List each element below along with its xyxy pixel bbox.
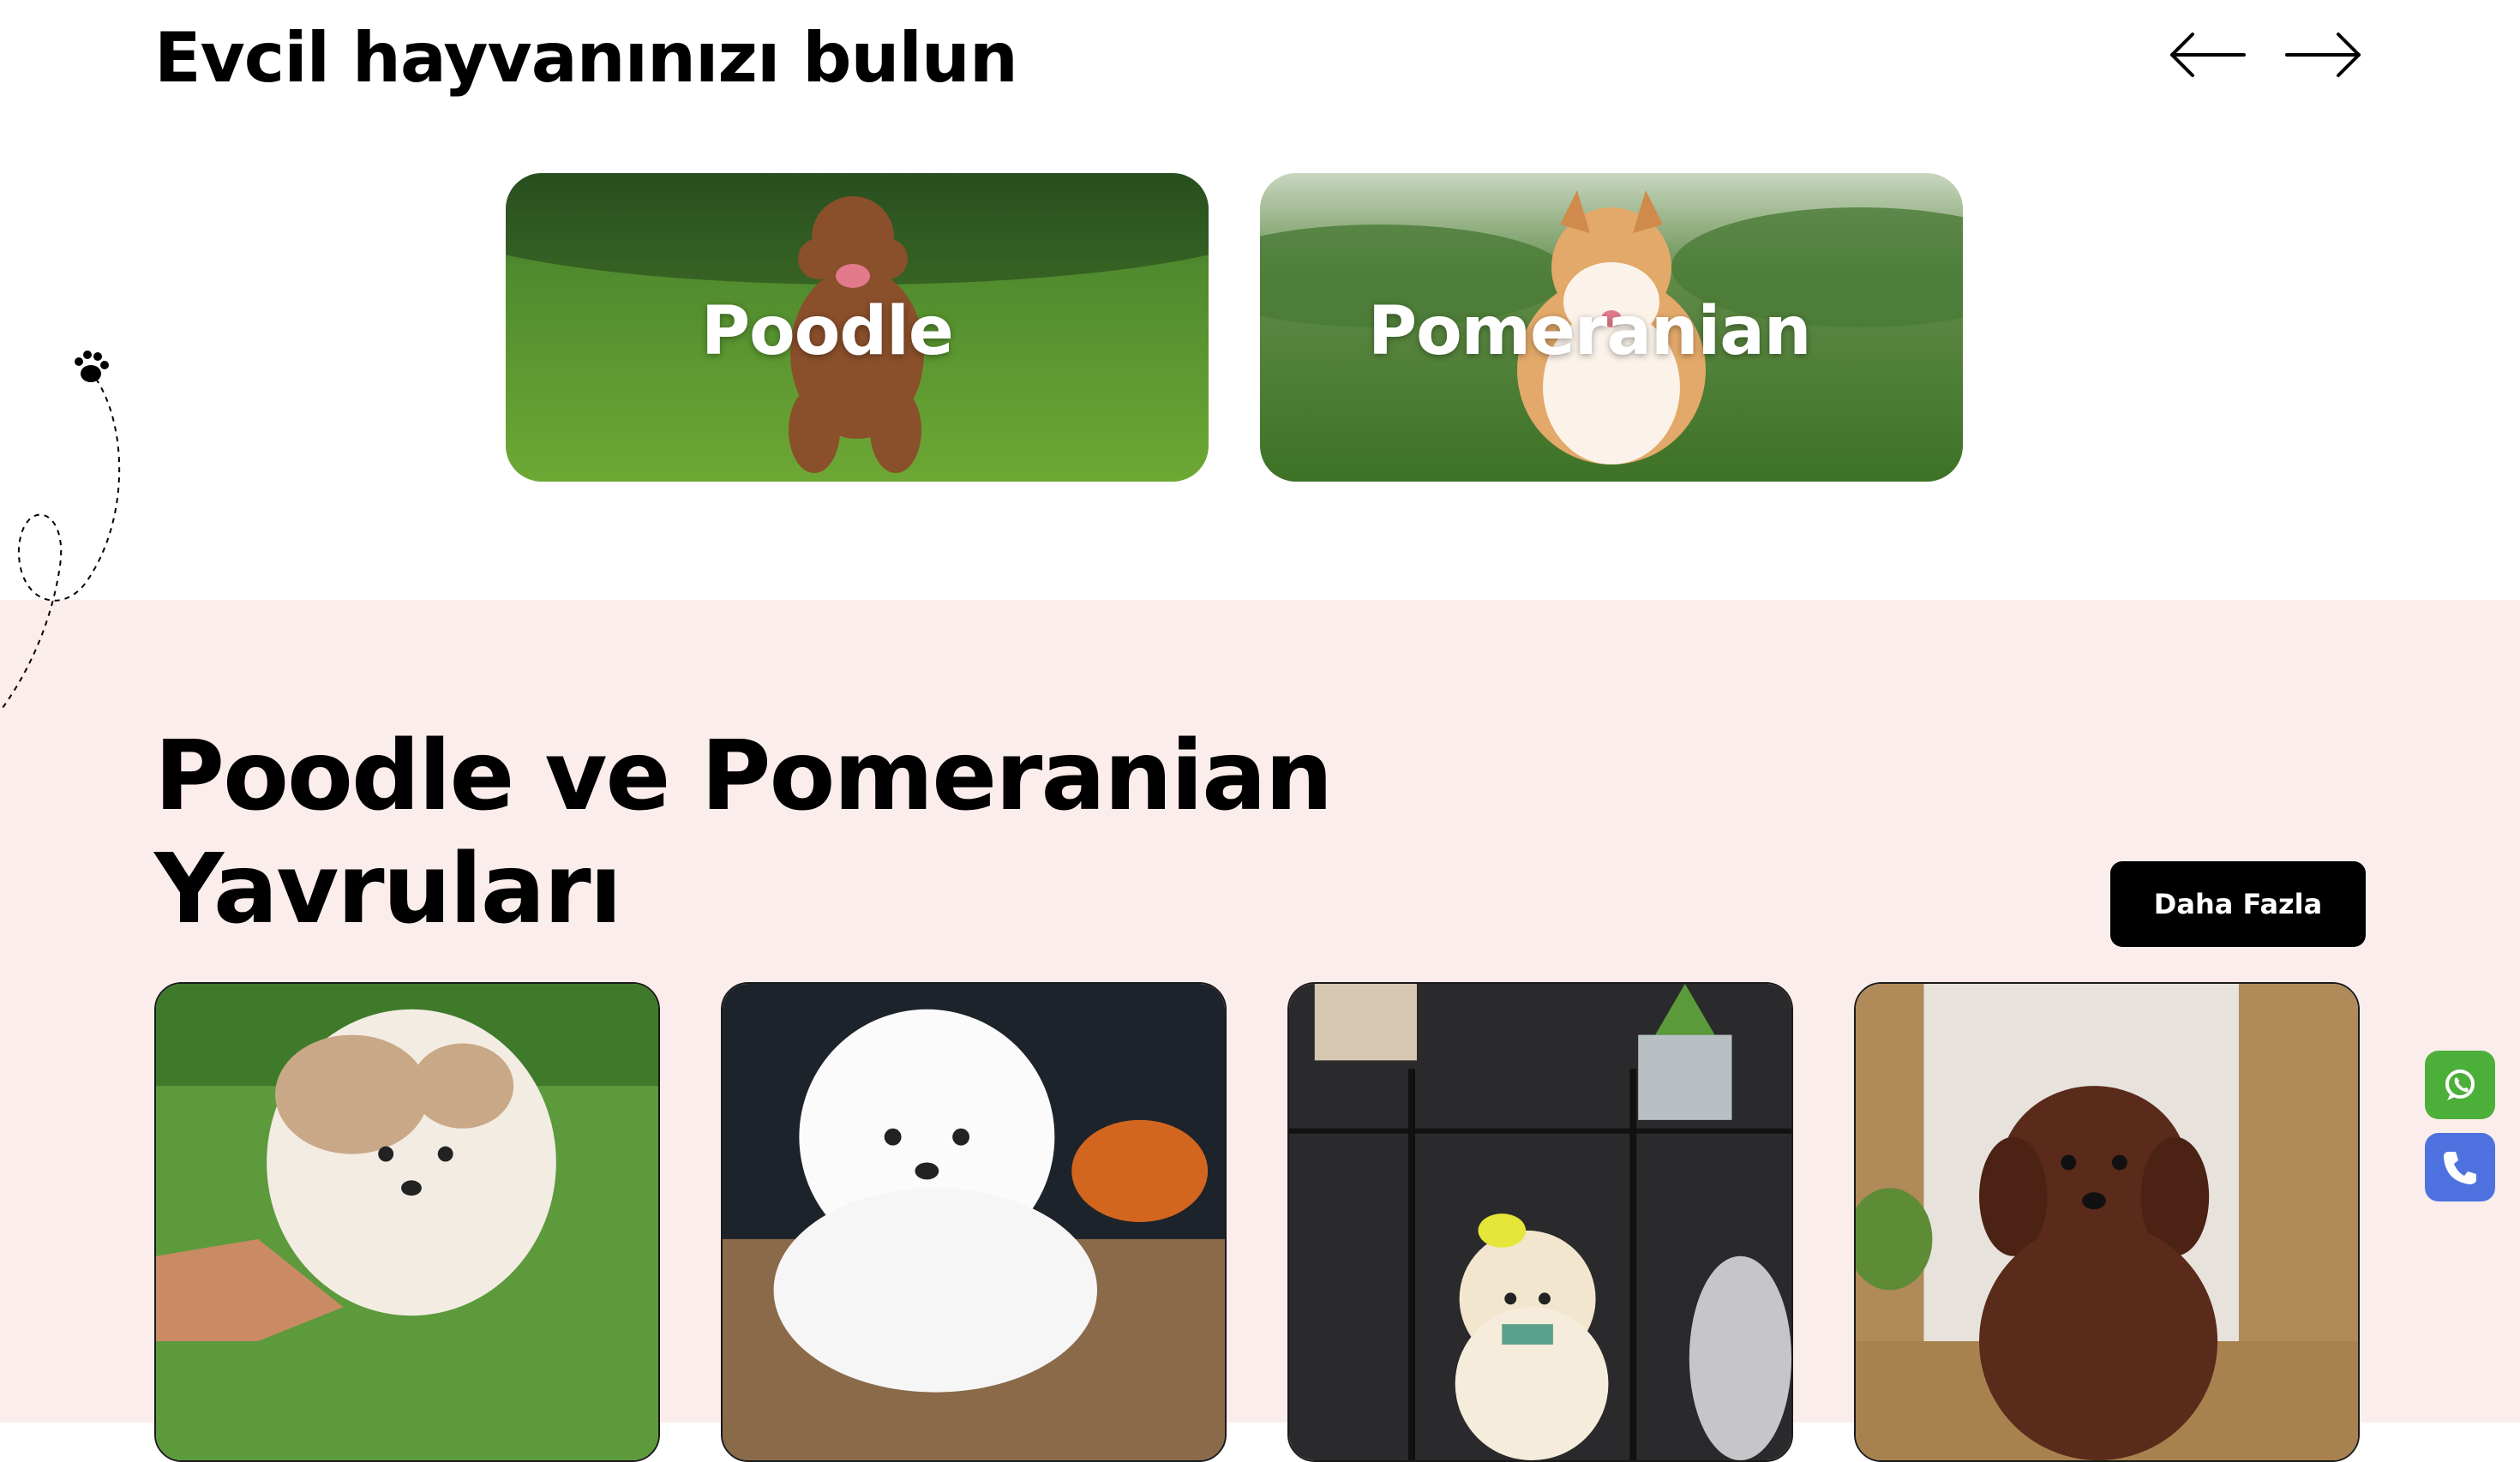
category-card-poodle[interactable]: Poodle xyxy=(506,173,1209,482)
phone-button[interactable] xyxy=(2425,1133,2495,1201)
puppy-image xyxy=(1856,984,2358,1460)
puppy-image xyxy=(1289,984,1791,1460)
phone-icon xyxy=(2444,1152,2476,1184)
paw-icon xyxy=(75,351,109,382)
puppy-image xyxy=(723,984,1225,1460)
puppy-image xyxy=(156,984,658,1460)
category-card-pomeranian[interactable]: Pomeranian xyxy=(1260,173,1963,482)
paw-trail-decoration xyxy=(0,351,121,712)
category-label: Poodle xyxy=(701,293,954,370)
puppy-card[interactable] xyxy=(721,982,1227,1462)
arrow-left-icon xyxy=(2170,33,2246,77)
headline-line-2: Yavruları xyxy=(154,834,622,945)
puppy-card[interactable] xyxy=(154,982,660,1462)
category-label: Pomeranian xyxy=(1368,293,1811,370)
whatsapp-icon xyxy=(2445,1070,2475,1100)
carousel-next-button[interactable] xyxy=(2282,24,2364,86)
whatsapp-button[interactable] xyxy=(2425,1051,2495,1119)
more-button[interactable]: Daha Fazla xyxy=(2110,861,2366,947)
arrow-right-icon xyxy=(2285,33,2361,77)
puppy-card[interactable] xyxy=(1854,982,2360,1462)
section-title: Evcil hayvanınızı bulun xyxy=(154,18,1018,98)
puppy-card[interactable] xyxy=(1287,982,1793,1462)
carousel-prev-button[interactable] xyxy=(2167,24,2249,86)
headline-line-1: Poodle ve Pomeranian xyxy=(154,721,1333,832)
puppies-headline: Poodle ve Pomeranian Yavruları xyxy=(154,720,1333,946)
